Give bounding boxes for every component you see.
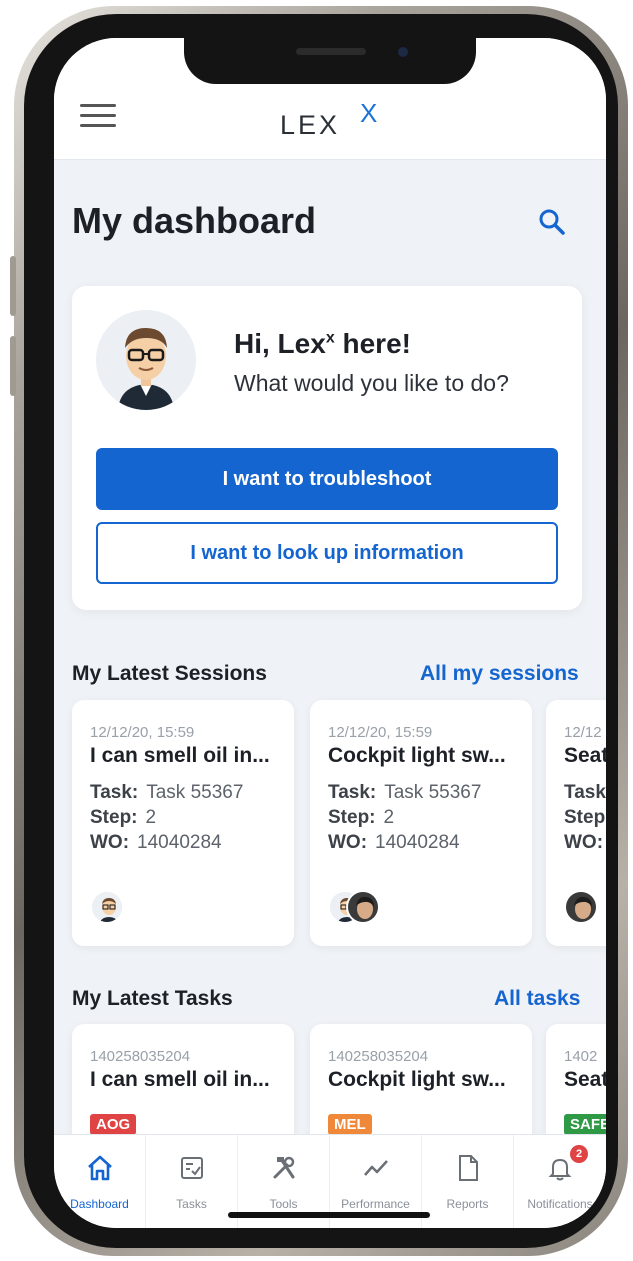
task-tag: MEL bbox=[328, 1114, 372, 1135]
session-step: Step: bbox=[564, 807, 606, 828]
camera bbox=[398, 47, 408, 57]
greeting-subtitle: What would you like to do? bbox=[234, 370, 509, 396]
nav-label: Notifications bbox=[527, 1197, 593, 1211]
tasks-section-title: My Latest Tasks bbox=[72, 987, 233, 1010]
task-title: Cockpit light sw... bbox=[328, 1068, 506, 1091]
notch bbox=[184, 38, 476, 84]
session-step: Step: 2 bbox=[90, 807, 157, 828]
nav-tasks[interactable]: Tasks bbox=[146, 1135, 238, 1228]
session-title: Seat bbox=[564, 744, 606, 767]
session-card[interactable]: 12/12/20, 15:59 I can smell oil in... Ta… bbox=[72, 700, 294, 946]
nav-label: Performance bbox=[341, 1197, 410, 1211]
all-tasks-link[interactable]: All tasks bbox=[494, 987, 580, 1011]
notification-badge: 2 bbox=[570, 1145, 588, 1163]
nav-label: Reports bbox=[446, 1197, 489, 1211]
nav-dashboard[interactable]: Dashboard bbox=[54, 1135, 146, 1228]
app-logo: LEX X bbox=[280, 98, 377, 150]
nav-label: Tasks bbox=[176, 1197, 207, 1211]
home-icon bbox=[88, 1155, 112, 1181]
tools-icon bbox=[273, 1156, 295, 1179]
greeting-card: Hi, Lexx here! What would you like to do… bbox=[72, 286, 582, 610]
sessions-section-title: My Latest Sessions bbox=[72, 662, 267, 685]
session-task: Task: Task 55367 bbox=[90, 782, 244, 803]
session-task: Task: Task 55367 bbox=[328, 782, 482, 803]
task-tag: AOG bbox=[90, 1114, 137, 1135]
page-title: My dashboard bbox=[72, 200, 317, 241]
session-task: Task: bbox=[564, 782, 606, 803]
nav-label: Tools bbox=[269, 1197, 298, 1211]
hamburger-menu-icon[interactable] bbox=[80, 104, 116, 128]
all-sessions-link[interactable]: All my sessions bbox=[420, 662, 579, 686]
nav-notifications[interactable]: 2 Notifications bbox=[514, 1135, 606, 1228]
greeting-title: Hi, Lexx here! bbox=[234, 328, 411, 359]
document-icon bbox=[459, 1155, 478, 1181]
speaker bbox=[296, 48, 366, 55]
task-title: Seat bbox=[564, 1068, 606, 1091]
task-id: 140258035204 bbox=[328, 1048, 429, 1065]
task-tag: SAFE bbox=[564, 1114, 606, 1135]
session-step: Step: 2 bbox=[328, 807, 395, 828]
search-icon[interactable] bbox=[538, 208, 566, 236]
chart-icon bbox=[364, 1160, 388, 1176]
volume-down-button bbox=[10, 336, 16, 396]
session-card[interactable]: 12/12/20, 15:59 Cockpit light sw... Task… bbox=[310, 700, 532, 946]
session-date: 12/12/20, 15:59 bbox=[328, 724, 433, 741]
session-title: Cockpit light sw... bbox=[328, 744, 506, 767]
session-date: 12/12/20, 15:59 bbox=[90, 724, 195, 741]
session-date: 12/12 bbox=[564, 724, 602, 741]
look-up-information-button[interactable]: I want to look up information bbox=[96, 522, 558, 584]
volume-up-button bbox=[10, 256, 16, 316]
phone-screen: LEX X My dashboard Hi, Lexx here! What w… bbox=[54, 38, 606, 1228]
tasks-icon bbox=[181, 1157, 203, 1179]
task-title: I can smell oil in... bbox=[90, 1068, 270, 1091]
session-wo: WO: 14040284 bbox=[328, 832, 460, 853]
session-wo: WO: 14040284 bbox=[90, 832, 222, 853]
session-wo: WO: bbox=[564, 832, 604, 853]
participant-avatar bbox=[564, 890, 598, 924]
logo-text: LEX bbox=[280, 110, 341, 140]
session-title: I can smell oil in... bbox=[90, 744, 270, 767]
task-id: 1402 bbox=[564, 1048, 598, 1065]
task-id: 140258035204 bbox=[90, 1048, 191, 1065]
nav-reports[interactable]: Reports bbox=[422, 1135, 514, 1228]
logo-superscript: X bbox=[360, 98, 378, 128]
session-card[interactable]: 12/12 Seat Task: Step: WO: bbox=[546, 700, 606, 946]
participant-avatar bbox=[90, 890, 124, 924]
home-indicator bbox=[228, 1212, 430, 1218]
participant-avatar bbox=[346, 890, 380, 924]
nav-label: Dashboard bbox=[70, 1197, 129, 1211]
troubleshoot-button[interactable]: I want to troubleshoot bbox=[96, 448, 558, 510]
assistant-avatar bbox=[96, 310, 196, 410]
